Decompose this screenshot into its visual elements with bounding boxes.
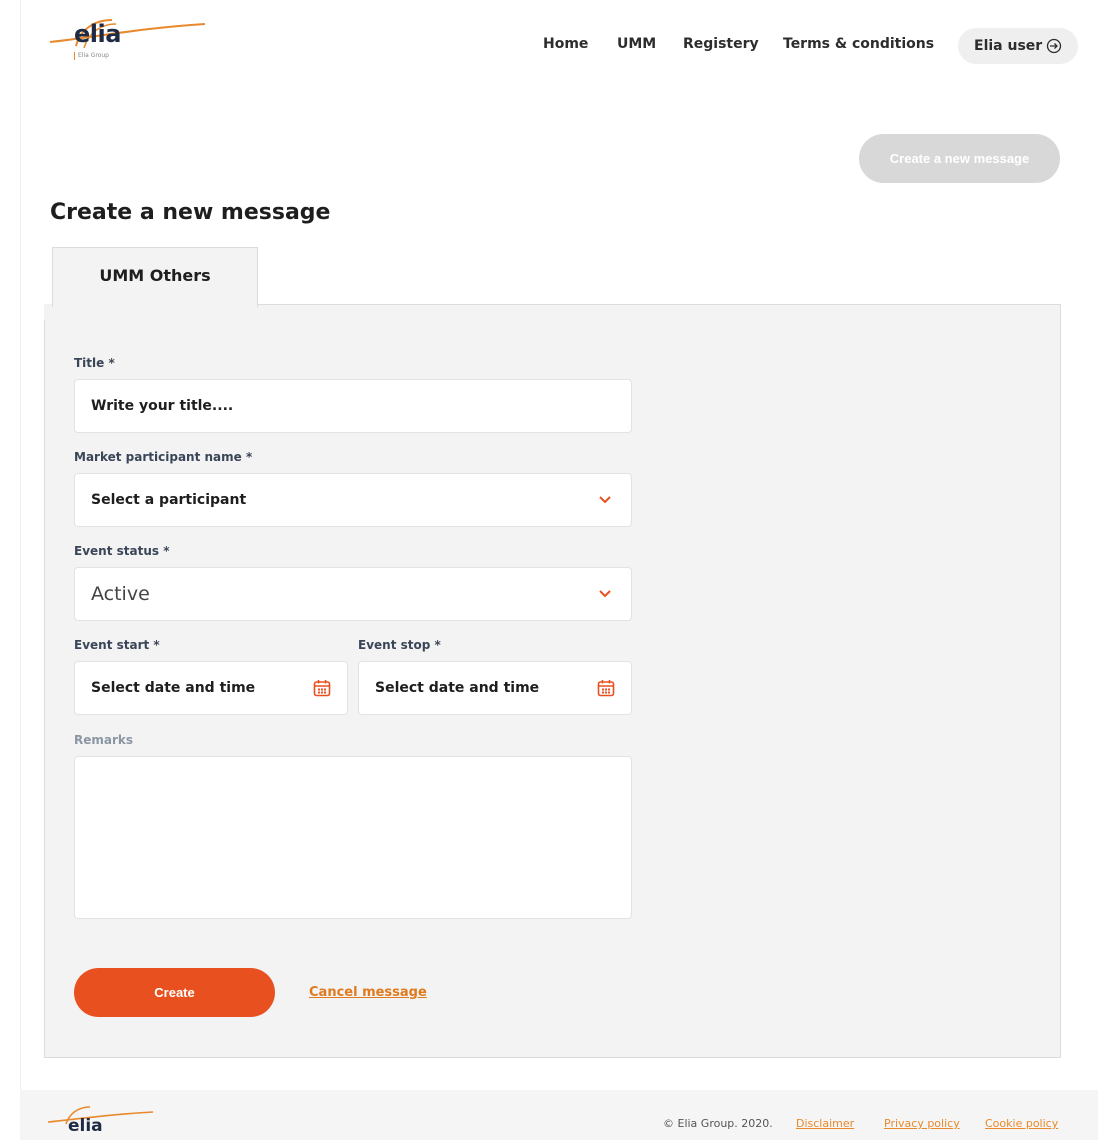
brand-subtitle: Elia Group xyxy=(74,52,109,60)
event-start-picker[interactable]: Select date and time xyxy=(74,661,348,715)
title-input[interactable]: Write your title.... xyxy=(74,379,632,433)
stop-value: Select date and time xyxy=(375,680,540,696)
footer-brand-name: elia xyxy=(68,1116,103,1136)
brand-name: elia xyxy=(74,20,121,48)
start-label: Event start * xyxy=(74,638,160,652)
footer-privacy-link[interactable]: Privacy policy xyxy=(884,1117,960,1130)
chevron-down-icon xyxy=(599,590,611,598)
cancel-message-link[interactable]: Cancel message xyxy=(309,985,427,1000)
user-name: Elia user xyxy=(974,38,1043,54)
tab-umm-others[interactable]: UMM Others xyxy=(52,247,258,307)
page-edge xyxy=(20,0,21,1090)
panel-corner xyxy=(44,304,52,320)
status-value: Active xyxy=(91,583,150,605)
remarks-textarea[interactable] xyxy=(74,756,632,919)
create-button[interactable]: Create xyxy=(74,968,275,1017)
participant-select[interactable]: Select a participant xyxy=(74,473,632,527)
footer xyxy=(20,1090,1098,1140)
title-label: Title * xyxy=(74,356,115,370)
footer-disclaimer-link[interactable]: Disclaimer xyxy=(796,1117,854,1130)
start-value: Select date and time xyxy=(91,680,256,696)
nav-registery[interactable]: Registery xyxy=(683,36,759,56)
nav-terms[interactable]: Terms & conditions xyxy=(783,36,934,56)
title-placeholder: Write your title.... xyxy=(91,398,234,414)
calendar-icon[interactable] xyxy=(313,679,331,697)
stop-label: Event stop * xyxy=(358,638,441,652)
nav-umm[interactable]: UMM xyxy=(617,36,656,56)
event-stop-picker[interactable]: Select date and time xyxy=(358,661,632,715)
nav-home[interactable]: Home xyxy=(543,36,588,56)
footer-cookie-link[interactable]: Cookie policy xyxy=(985,1117,1058,1130)
remarks-label: Remarks xyxy=(74,733,134,747)
create-new-message-button[interactable]: Create a new message xyxy=(859,134,1060,183)
user-menu-button[interactable]: Elia user xyxy=(958,28,1078,64)
participant-value: Select a participant xyxy=(91,492,247,508)
footer-elia-swoosh-icon xyxy=(48,1106,154,1125)
page-title: Create a new message xyxy=(50,200,331,225)
logout-icon[interactable] xyxy=(1046,38,1062,54)
chevron-down-icon xyxy=(599,496,611,504)
participant-label: Market participant name * xyxy=(74,450,253,464)
status-select[interactable]: Active xyxy=(74,567,632,621)
tab-divider xyxy=(258,304,1061,305)
footer-copyright: © Elia Group. 2020. xyxy=(663,1117,773,1130)
calendar-icon[interactable] xyxy=(597,679,615,697)
status-label: Event status * xyxy=(74,544,170,558)
